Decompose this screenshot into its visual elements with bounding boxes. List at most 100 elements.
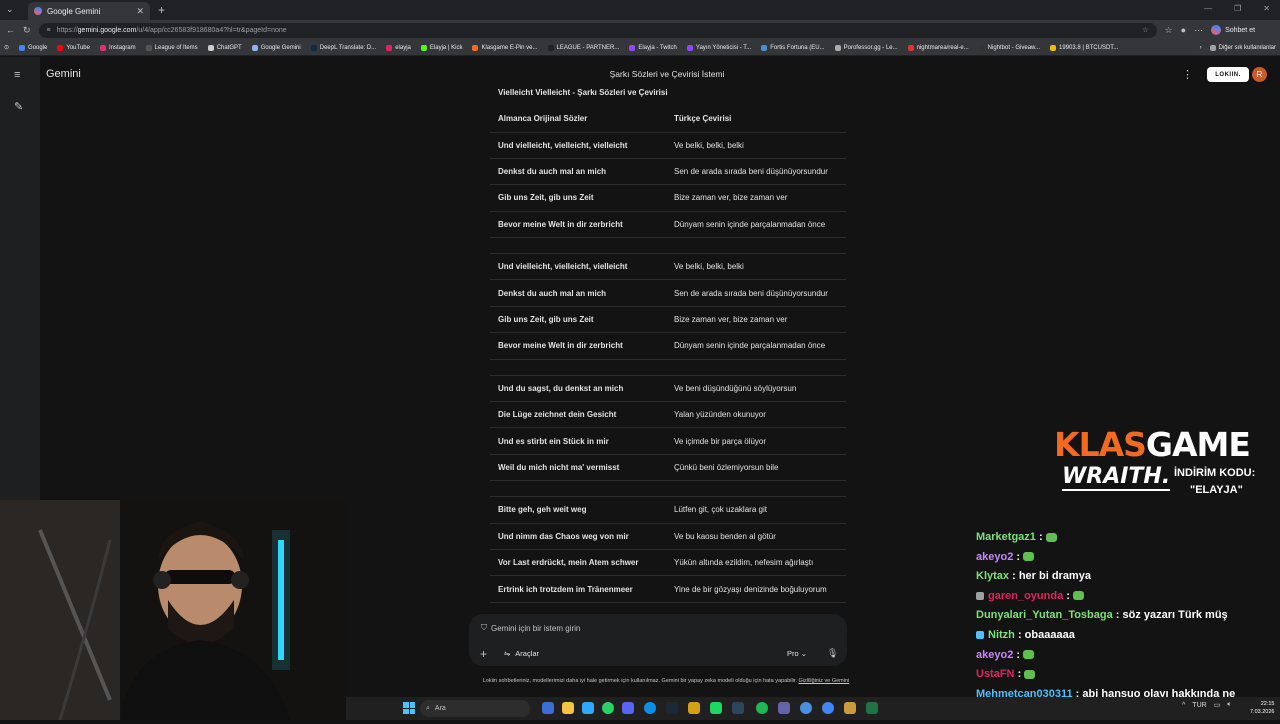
new-chat-icon[interactable]: ✎ (14, 100, 23, 113)
settings-icon[interactable] (800, 702, 812, 714)
microphone-icon[interactable]: 🎙︎ (827, 648, 838, 659)
bookmark-item[interactable]: Yayın Yöneticisi - T... (686, 44, 751, 51)
profile-avatar-icon[interactable]: ● (1181, 25, 1186, 35)
model-selector[interactable]: Pro ⌄ (787, 649, 807, 658)
browser-menu-icon[interactable]: ⋯ (1194, 25, 1203, 36)
table-row: Denkst du auch mal an mich Sen de arada s… (490, 158, 846, 186)
bookmark-item[interactable]: ChatGPT (207, 44, 242, 51)
bookmark-item[interactable]: Instagram (99, 44, 136, 51)
bookmark-star-icon[interactable]: ☆ (1142, 26, 1148, 34)
chat-separator: : (1035, 531, 1046, 543)
address-bar[interactable]: ≡ https://gemini.google.com/u/4/app/cc26… (38, 22, 1157, 38)
chat-message: Klytax : her bi dramya (976, 567, 1276, 587)
file-explorer-icon[interactable] (562, 702, 574, 714)
edge-icon[interactable] (644, 702, 656, 714)
sidebar: ≡ ✎ (0, 57, 40, 500)
tab-close-icon[interactable]: ✕ (136, 6, 144, 17)
privacy-link[interactable]: Gizliliğiniz ve Gemini (799, 678, 850, 684)
turkish-translation-cell: Yine de bir gözyaşı denizinde boğuluyoru… (666, 575, 846, 603)
tools-button[interactable]: ⇋ Araçlar (504, 649, 539, 658)
teams-icon[interactable] (778, 702, 790, 714)
bookmark-item[interactable]: DeepL Translate: D... (310, 44, 376, 51)
bookmark-item[interactable]: Fortis Fortuna (EU... (761, 44, 825, 51)
tray-chevron-icon[interactable]: ^ (1182, 702, 1185, 709)
response-heading: Vielleicht Vielleicht - Şarkı Sözleri ve… (498, 88, 668, 97)
start-button[interactable] (403, 702, 415, 714)
bookmark-item[interactable]: Elayja | Kick (420, 44, 463, 51)
maximize-icon[interactable]: ❐ (1234, 4, 1241, 13)
bookmark-item[interactable]: Google Gemini (251, 44, 301, 51)
extensions-icon[interactable]: ☆ (1165, 25, 1173, 36)
task-view-icon[interactable] (542, 702, 554, 714)
discord-icon[interactable] (622, 702, 634, 714)
chat-text: obaaaaaa (1024, 628, 1075, 641)
gemini-chat-button[interactable]: Sohbet et (1211, 25, 1255, 35)
prompt-box[interactable]: ⛉ Gemini için bir istem girin + ⇋ Araçla… (469, 614, 847, 666)
tab-search-icon[interactable]: ⌄ (6, 4, 14, 15)
chat-emote-icon (1023, 552, 1035, 562)
turkish-translation-cell: Ve bu kaosu benden al götür (666, 523, 846, 550)
bookmark-item[interactable]: nightmarea/real-e... (907, 44, 969, 51)
bookmark-favicon-icon (19, 44, 26, 51)
account-badge[interactable]: LOKIIN. (1207, 67, 1249, 82)
steam-icon[interactable] (666, 702, 678, 714)
bookmark-item[interactable]: LEAGUE - PARTNER... (547, 44, 619, 51)
league-icon[interactable] (844, 702, 856, 714)
taskbar-clock[interactable]: 22:15 7.03.2026 (1250, 700, 1274, 716)
tab-title: Google Gemini (47, 6, 101, 16)
back-icon[interactable]: ← (6, 25, 15, 35)
bookmark-item[interactable]: Klasgame E-Pin ve... (472, 44, 538, 51)
close-window-icon[interactable]: ✕ (1263, 4, 1270, 13)
taskbar-search[interactable]: ⌕ Ara (420, 700, 530, 717)
bookmark-item[interactable]: 19903.8 | BTCUSDT... (1050, 44, 1119, 51)
other-bookmarks-folder[interactable]: Diğer sık kullanılanlar (1209, 44, 1276, 51)
menu-icon[interactable]: ≡ (14, 69, 20, 81)
avatar[interactable]: R (1252, 67, 1267, 82)
chat-username: Klytax (976, 570, 1010, 583)
app-icon[interactable] (688, 702, 700, 714)
column-header-turkish: Türkçe Çevirisi (666, 106, 846, 133)
network-icon[interactable]: ▭ (1214, 701, 1221, 709)
bookmark-label: 19903.8 | BTCUSDT... (1059, 44, 1119, 51)
bookmarks-apps-icon[interactable]: ⊙ (4, 44, 9, 51)
minimize-icon[interactable]: — (1204, 4, 1212, 13)
spotify-app-icon[interactable] (710, 702, 722, 714)
more-options-icon[interactable]: ⋮ (1182, 68, 1193, 81)
bookmark-item[interactable]: Nightbot - Giveaw... (978, 44, 1040, 51)
spotify-icon[interactable] (756, 702, 768, 714)
chrome-icon[interactable] (822, 702, 834, 714)
turkish-translation-cell (666, 237, 846, 255)
german-lyric-cell: Und es stirbt ein Stück in mir (490, 427, 666, 455)
bookmarks-chevron-icon[interactable]: › (1200, 45, 1202, 51)
bookmark-item[interactable]: Porofessor.gg - Le... (834, 44, 898, 51)
bookmark-label: Elayja | Kick (429, 44, 463, 51)
photoshop-icon[interactable] (582, 702, 594, 714)
bookmark-favicon-icon (547, 44, 554, 51)
language-indicator[interactable]: TUR (1192, 702, 1206, 709)
prompt-input[interactable]: ⛉ Gemini için bir istem girin (481, 623, 580, 633)
chat-username: Marketgaz1 (976, 531, 1036, 543)
whatsapp-icon[interactable] (602, 702, 614, 714)
turkish-translation-cell: Ve içimde bir parça ölüyor (666, 427, 846, 455)
bookmark-item[interactable]: elayja (386, 44, 411, 51)
folder-icon (1209, 44, 1216, 51)
german-lyric-cell: Denkst du auch mal an mich (490, 279, 666, 307)
site-info-icon[interactable]: ≡ (47, 27, 51, 34)
bookmark-item[interactable]: Google (19, 44, 47, 51)
bookmark-item[interactable]: League of Items (145, 44, 198, 51)
chat-separator: : (1014, 668, 1025, 681)
table-row: Ertrink ich trotzdem im Tränenmeer Yine d… (490, 575, 846, 603)
new-tab-button[interactable]: + (158, 3, 165, 17)
volume-icon[interactable]: 🔈︎ (1227, 701, 1231, 709)
reload-icon[interactable]: ↻ (23, 25, 31, 36)
steam-client-icon[interactable] (732, 702, 744, 714)
conversation-title[interactable]: Şarkı Sözleri ve Çevirisi İstemi (560, 69, 774, 79)
tab-google-gemini[interactable]: Google Gemini ✕ (28, 2, 150, 20)
bookmark-item[interactable]: Elayja - Twitch (629, 44, 677, 51)
add-attachment-button[interactable]: + (480, 647, 487, 661)
bookmark-item[interactable]: YouTube (57, 44, 90, 51)
chat-text: söz yazarı Türk müş (1122, 609, 1228, 622)
excel-icon[interactable] (866, 702, 878, 714)
german-lyric-cell: Weil du mich nicht ma' vermisst (490, 454, 666, 482)
gemini-brand[interactable]: Gemini (46, 68, 81, 80)
